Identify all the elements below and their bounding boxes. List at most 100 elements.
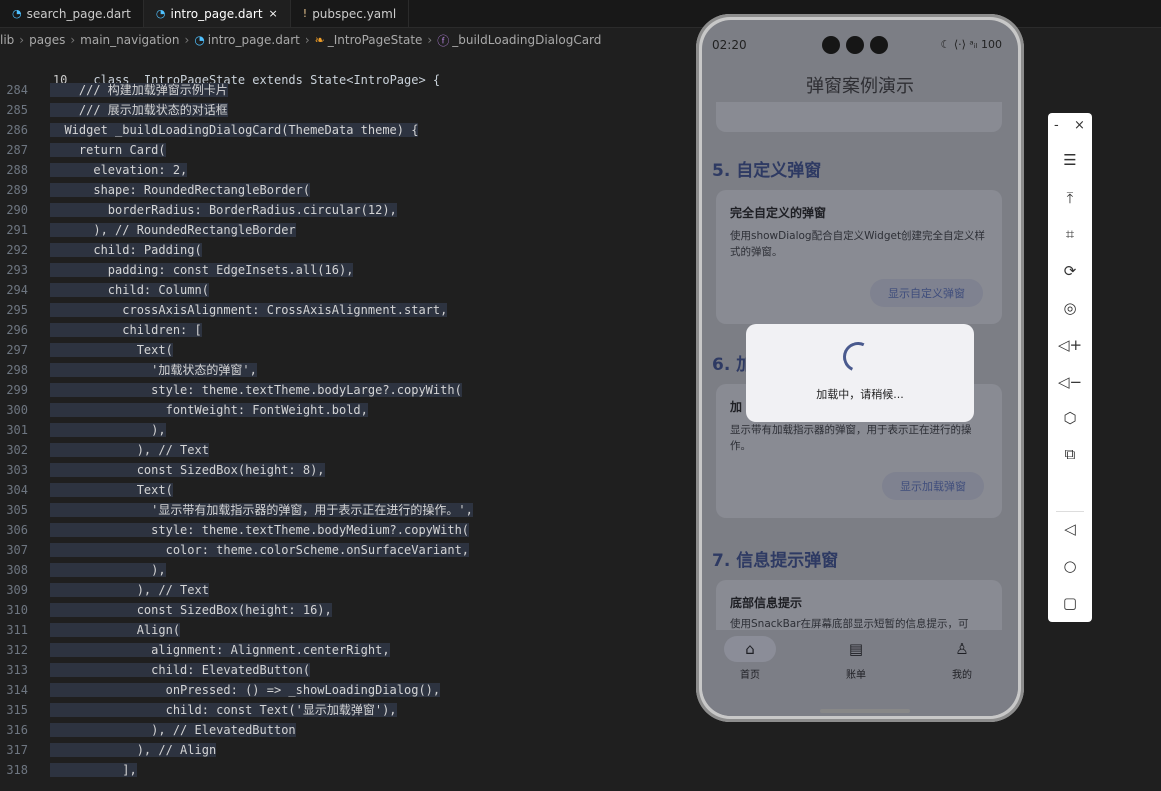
sticky-scroll-line[interactable]: 10 class _IntroPageState extends State<In…: [0, 50, 700, 87]
toolbar-divider: [1056, 511, 1084, 512]
code-line[interactable]: 305 '显示带有加载指示器的弹窗，用于表示正在进行的操作。',: [0, 500, 700, 520]
nav-item-me[interactable]: ♙ 我的: [922, 636, 1002, 681]
code-line[interactable]: 316 ), // ElevatedButton: [0, 720, 700, 740]
breadcrumb-item[interactable]: pages: [29, 33, 65, 47]
back-icon[interactable]: ◁: [1048, 520, 1092, 538]
code-line[interactable]: 308 ),: [0, 560, 700, 580]
volume-down-icon[interactable]: ◁−: [1048, 373, 1092, 391]
breadcrumb-item[interactable]: _IntroPageState: [328, 33, 423, 47]
chevron-right-icon: ›: [19, 33, 25, 47]
code-line[interactable]: 312 alignment: Alignment.centerRight,: [0, 640, 700, 660]
code-line[interactable]: 290 borderRadius: BorderRadius.circular(…: [0, 200, 700, 220]
tab-intro-page[interactable]: ◔ intro_page.dart ×: [143, 0, 291, 27]
nav-label: 账单: [846, 670, 866, 681]
code-line[interactable]: 296 children: [: [0, 320, 700, 340]
line-number: 313: [6, 663, 28, 677]
rotate-icon[interactable]: ⟳: [1048, 262, 1092, 280]
tab-label: pubspec.yaml: [312, 6, 397, 21]
code-line[interactable]: 285 /// 展示加载状态的对话框: [0, 100, 700, 120]
home-indicator[interactable]: [820, 709, 910, 713]
nav-item-home[interactable]: ⌂ 首页: [710, 636, 790, 681]
code-line[interactable]: 318 ],: [0, 760, 700, 780]
code-line[interactable]: 299 style: theme.textTheme.bodyLarge?.co…: [0, 380, 700, 400]
close-icon[interactable]: ×: [269, 7, 278, 20]
chevron-right-icon: ›: [184, 33, 190, 47]
code-line[interactable]: 295 crossAxisAlignment: CrossAxisAlignme…: [0, 300, 700, 320]
breadcrumb-item[interactable]: main_navigation: [80, 33, 179, 47]
code-text: child: Padding(: [50, 243, 202, 257]
code-text: crossAxisAlignment: CrossAxisAlignment.s…: [50, 303, 448, 317]
breadcrumb-item[interactable]: intro_page.dart: [208, 33, 300, 47]
line-number: 290: [6, 203, 28, 217]
code-text: style: theme.textTheme.bodyMedium?.copyW…: [50, 523, 470, 537]
code-line[interactable]: 309 ), // Text: [0, 580, 700, 600]
code-line[interactable]: 288 elevation: 2,: [0, 160, 700, 180]
rotate-device-icon[interactable]: ⬡: [1048, 409, 1092, 427]
code-text: const SizedBox(height: 8),: [50, 463, 325, 477]
line-number: 309: [6, 583, 28, 597]
code-line[interactable]: 300 fontWeight: FontWeight.bold,: [0, 400, 700, 420]
minimize-button[interactable]: -: [1054, 118, 1059, 133]
code-line[interactable]: 289 shape: RoundedRectangleBorder(: [0, 180, 700, 200]
breadcrumb-item[interactable]: lib: [0, 33, 14, 47]
code-line[interactable]: 294 child: Column(: [0, 280, 700, 300]
code-line[interactable]: 306 style: theme.textTheme.bodyMedium?.c…: [0, 520, 700, 540]
line-number: 310: [6, 603, 28, 617]
status-icons: ☾ ⟨·⟩ ᵃᵢₗ 100: [940, 38, 1002, 51]
dart-icon: ◔: [155, 7, 166, 20]
show-loading-dialog-button[interactable]: 显示加载弹窗: [882, 472, 984, 500]
chevron-right-icon: ›: [427, 33, 433, 47]
code-line[interactable]: 286 Widget _buildLoadingDialogCard(Theme…: [0, 120, 700, 140]
code-line[interactable]: 293 padding: const EdgeInsets.all(16),: [0, 260, 700, 280]
code-text: fontWeight: FontWeight.bold,: [50, 403, 368, 417]
crop-icon[interactable]: ⌗: [1048, 225, 1092, 243]
camera-icon: [870, 36, 888, 54]
code-line[interactable]: 307 color: theme.colorScheme.onSurfaceVa…: [0, 540, 700, 560]
code-line[interactable]: 303 const SizedBox(height: 8),: [0, 460, 700, 480]
code-line[interactable]: 284 /// 构建加载弹窗示例卡片: [0, 80, 700, 100]
line-number: 303: [6, 463, 28, 477]
code-line[interactable]: 313 child: ElevatedButton(: [0, 660, 700, 680]
breadcrumb-item[interactable]: _buildLoadingDialogCard: [452, 33, 601, 47]
loading-dialog-text: 加载中，请稍候...: [816, 388, 904, 401]
card-custom-dialog: 完全自定义的弹窗 使用showDialog配合自定义Widget创建完全自定义样…: [716, 190, 1002, 324]
code-line[interactable]: 287 return Card(: [0, 140, 700, 160]
code-text: /// 展示加载状态的对话框: [50, 103, 228, 117]
code-text: ],: [50, 763, 137, 777]
line-number: 317: [6, 743, 28, 757]
tab-search-page[interactable]: ◔ search_page.dart: [0, 0, 144, 27]
nav-label: 首页: [740, 670, 760, 681]
menu-icon[interactable]: ☰: [1048, 151, 1092, 169]
volume-up-icon[interactable]: ◁+: [1048, 336, 1092, 354]
code-line[interactable]: 301 ),: [0, 420, 700, 440]
code-line[interactable]: 291 ), // RoundedRectangleBorder: [0, 220, 700, 240]
recents-icon[interactable]: ▢: [1048, 594, 1092, 612]
code-text: style: theme.textTheme.bodyLarge?.copyWi…: [50, 383, 462, 397]
emulator-toolbar: - × ☰ ⤒ ⌗ ⟳ ◎ ◁+ ◁− ⬡ ⧉ ◁ ○ ▢: [1048, 113, 1092, 622]
code-line[interactable]: 304 Text(: [0, 480, 700, 500]
code-line[interactable]: 298 '加载状态的弹窗',: [0, 360, 700, 380]
code-text: onPressed: () => _showLoadingDialog(),: [50, 683, 441, 697]
nav-item-bills[interactable]: ▤ 账单: [816, 636, 896, 681]
code-line[interactable]: 315 child: const Text('显示加载弹窗'),: [0, 700, 700, 720]
code-line[interactable]: 310 const SizedBox(height: 16),: [0, 600, 700, 620]
section-title: 5. 自定义弹窗: [712, 161, 822, 181]
code-line[interactable]: 311 Align(: [0, 620, 700, 640]
code-line[interactable]: 292 child: Padding(: [0, 240, 700, 260]
show-custom-dialog-button[interactable]: 显示自定义弹窗: [870, 279, 983, 307]
code-line[interactable]: 302 ), // Text: [0, 440, 700, 460]
screenshot-icon[interactable]: ⧉: [1048, 445, 1092, 463]
line-number: 288: [6, 163, 28, 177]
code-line[interactable]: 314 onPressed: () => _showLoadingDialog(…: [0, 680, 700, 700]
class-icon: ❧: [314, 33, 325, 47]
line-number: 295: [6, 303, 28, 317]
code-line[interactable]: 297 Text(: [0, 340, 700, 360]
code-line[interactable]: 317 ), // Align: [0, 740, 700, 760]
pin-top-icon[interactable]: ⤒: [1048, 189, 1092, 207]
location-icon[interactable]: ◎: [1048, 299, 1092, 317]
tab-pubspec[interactable]: ! pubspec.yaml: [291, 0, 410, 27]
card-title: 底部信息提示: [730, 596, 803, 610]
home-circle-icon[interactable]: ○: [1048, 557, 1092, 575]
chevron-right-icon: ›: [304, 33, 310, 47]
close-button[interactable]: ×: [1074, 118, 1085, 133]
